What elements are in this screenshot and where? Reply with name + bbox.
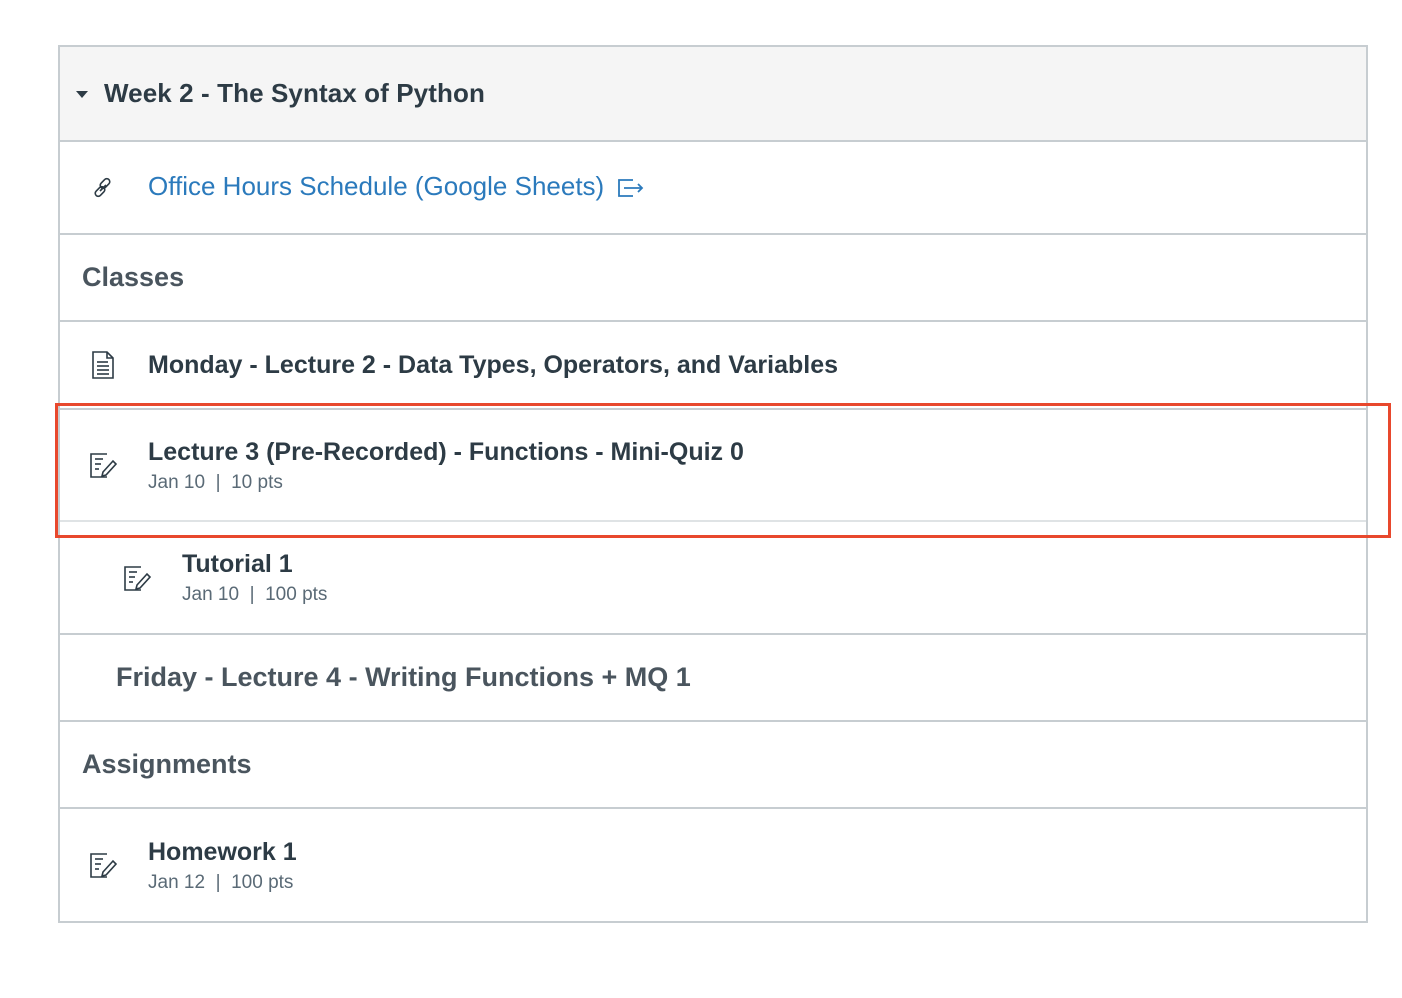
- meta-separator: |: [215, 871, 221, 893]
- module-week-2: Week 2 - The Syntax of Python Office Hou…: [58, 45, 1368, 923]
- meta-separator: |: [249, 584, 255, 605]
- office-hours-link[interactable]: Office Hours Schedule (Google Sheets): [148, 171, 604, 201]
- caret-down-icon[interactable]: [76, 91, 88, 98]
- due-date: Jan 10: [182, 584, 240, 605]
- page-icon: [88, 350, 118, 380]
- tutorial-1-meta: Jan 10 | 100 pts: [182, 584, 327, 606]
- module-header[interactable]: Week 2 - The Syntax of Python: [60, 47, 1366, 142]
- module-item-lecture-3-quiz[interactable]: Lecture 3 (Pre-Recorded) - Functions - M…: [60, 410, 1366, 522]
- module-item-tutorial-1[interactable]: Tutorial 1 Jan 10 | 100 pts: [60, 522, 1366, 635]
- subheader-classes: Classes: [60, 235, 1366, 322]
- tutorial-1-link[interactable]: Tutorial 1: [182, 549, 327, 579]
- quiz-icon: [88, 450, 118, 480]
- module-item-homework-1[interactable]: Homework 1 Jan 12 | 100 pts: [60, 809, 1366, 921]
- friday-lecture-label: Friday - Lecture 4 - Writing Functions +…: [116, 662, 691, 692]
- module-item-monday-lecture[interactable]: Monday - Lecture 2 - Data Types, Operato…: [60, 322, 1366, 410]
- external-link-icon[interactable]: [616, 175, 646, 204]
- meta-separator: |: [215, 471, 221, 493]
- subheader-classes-label: Classes: [82, 262, 185, 292]
- subheader-friday-lecture: Friday - Lecture 4 - Writing Functions +…: [60, 635, 1366, 722]
- module-item-office-hours: Office Hours Schedule (Google Sheets): [60, 142, 1366, 235]
- quiz-icon: [122, 563, 152, 593]
- assignment-icon: [88, 850, 118, 880]
- points: 10 pts: [231, 471, 283, 493]
- homework-1-link[interactable]: Homework 1: [148, 837, 297, 867]
- points: 100 pts: [265, 584, 328, 605]
- monday-lecture-link[interactable]: Monday - Lecture 2 - Data Types, Operato…: [148, 350, 838, 380]
- lecture-3-quiz-meta: Jan 10 | 10 pts: [148, 472, 744, 494]
- subheader-assignments-label: Assignments: [82, 749, 252, 779]
- due-date: Jan 12: [148, 871, 206, 893]
- points: 100 pts: [231, 871, 294, 893]
- link-icon: [88, 173, 118, 203]
- module-title: Week 2 - The Syntax of Python: [104, 78, 485, 108]
- homework-1-meta: Jan 12 | 100 pts: [148, 872, 297, 894]
- lecture-3-quiz-link[interactable]: Lecture 3 (Pre-Recorded) - Functions - M…: [148, 437, 744, 467]
- due-date: Jan 10: [148, 471, 206, 493]
- subheader-assignments: Assignments: [60, 722, 1366, 809]
